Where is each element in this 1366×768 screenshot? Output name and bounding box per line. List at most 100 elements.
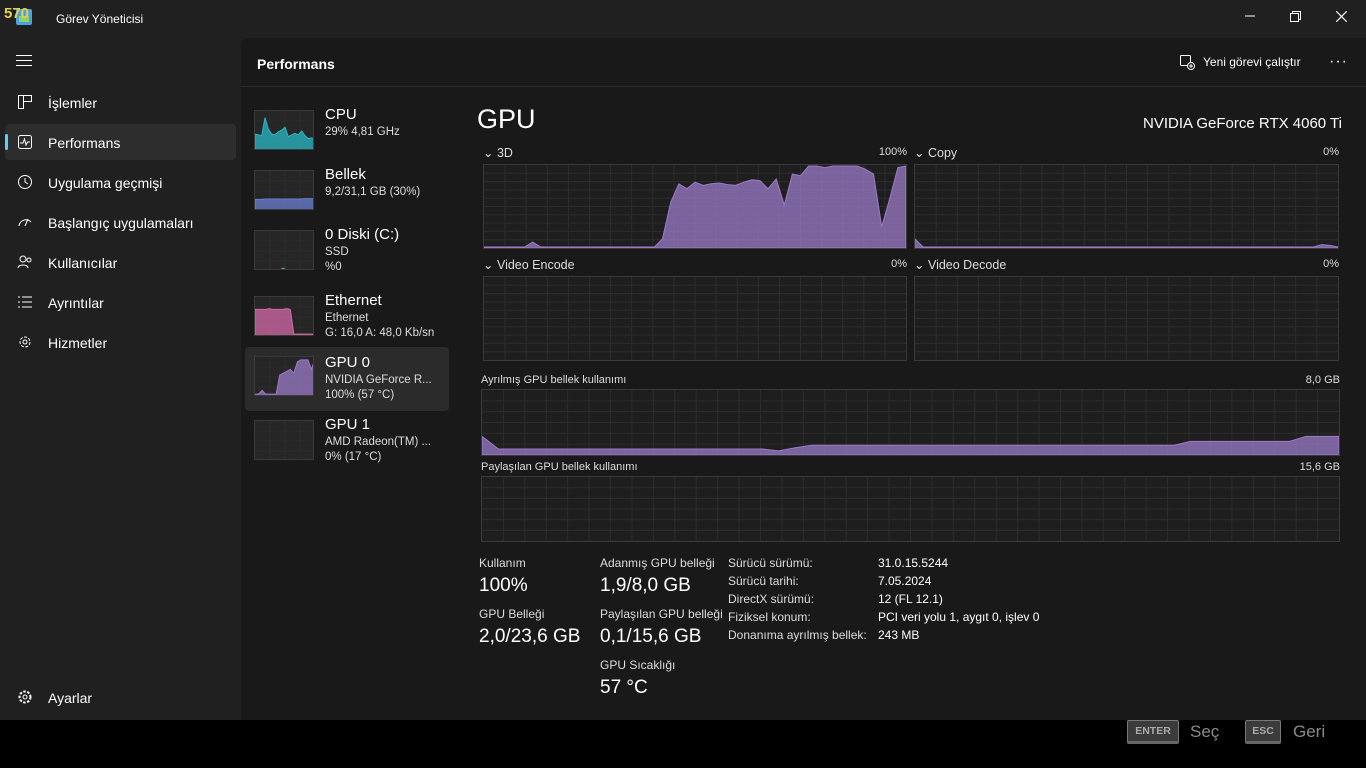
device-usage-sparkline [280, 267, 286, 269]
restore-icon [1289, 10, 1301, 22]
shared-memory-stat-value: 0,1/15,6 GB [600, 626, 702, 647]
more-options-button[interactable]: ··· [1329, 53, 1348, 71]
details-icon [18, 296, 32, 308]
device-thumbnail [254, 420, 314, 460]
physical-location-label: Fiziksel konum: [728, 610, 811, 624]
device-detail: NVIDIA GeForce R... [325, 374, 432, 386]
device-item-disk[interactable]: 0 Diski (C:) SSD %0 [245, 223, 449, 287]
device-item-memory[interactable]: Bellek 9,2/31,1 GB (30%) [245, 163, 449, 227]
directx-version-value: 12 (FL 12.1) [878, 592, 943, 606]
device-name: Ethernet [325, 292, 382, 309]
device-thumbnail [254, 296, 314, 336]
main-content: Performans Yeni görevi çalıştır ··· CPU … [241, 38, 1366, 720]
sidebar-item-startup[interactable]: Başlangıç uygulamaları [5, 204, 236, 240]
sidebar: İşlemler Performans Uygulama geçmişi Baş… [0, 38, 241, 720]
users-icon [17, 255, 32, 269]
driver-date-label: Sürücü tarihi: [728, 574, 799, 588]
minimize-button[interactable] [1227, 0, 1273, 32]
hamburger-menu-icon[interactable] [16, 55, 32, 67]
device-detail: G: 16,0 A: 48,0 Kb/sn [325, 327, 435, 339]
engine-video-encode-selector[interactable]: ⌄ Video Encode [483, 257, 575, 272]
sidebar-item-details[interactable]: Ayrıntılar [5, 284, 236, 320]
sidebar-item-services[interactable]: Hizmetler [5, 324, 236, 360]
page-title: Performans [257, 56, 335, 72]
esc-key-badge: ESC [1245, 720, 1281, 744]
task-manager-window: 570 Görev Yöneticisi İşlemler Performans… [0, 0, 1366, 720]
engine-video-decode-selector[interactable]: ⌄ Video Decode [914, 257, 1006, 272]
device-name: 0 Diski (C:) [325, 226, 400, 243]
directx-version-label: DirectX sürümü: [728, 592, 815, 606]
dedicated-memory-graph [481, 389, 1340, 456]
shared-memory-label: Paylaşılan GPU bellek kullanımı [481, 461, 638, 473]
sidebar-item-label: Ayrıntılar [48, 295, 104, 311]
sidebar-item-performance[interactable]: Performans [5, 124, 236, 160]
sidebar-item-label: Hizmetler [48, 335, 108, 351]
close-button[interactable] [1318, 0, 1364, 32]
sidebar-item-users[interactable]: Kullanıcılar [5, 244, 236, 280]
engine-copy-graph [914, 164, 1339, 249]
run-new-task-button[interactable]: Yeni görevi çalıştır [1179, 54, 1301, 70]
dedicated-memory-stat-value: 1,9/8,0 GB [600, 575, 691, 596]
hardware-reserved-memory-label: Donanıma ayrılmış bellek: [728, 628, 867, 642]
device-thumbnail [254, 356, 314, 396]
sidebar-item-processes[interactable]: İşlemler [5, 84, 236, 120]
dedicated-memory-label: Ayrılmış GPU bellek kullanımı [481, 374, 627, 386]
engine-label: 3D [496, 146, 513, 160]
engine-copy-selector[interactable]: ⌄ Copy [914, 145, 957, 160]
run-task-label: Yeni görevi çalıştır [1203, 55, 1301, 69]
device-item-gpu1[interactable]: GPU 1 AMD Radeon(TM) ... 0% (17 °C) [245, 413, 449, 477]
sidebar-item-label: Kullanıcılar [48, 255, 118, 271]
engine-percent: 100% [878, 146, 907, 158]
device-detail: %0 [325, 261, 342, 273]
gear-icon [18, 690, 32, 704]
shared-memory-graph [481, 476, 1340, 542]
chevron-down-icon: ⌄ [483, 258, 494, 272]
window-title: Görev Yöneticisi [56, 12, 144, 26]
gpu-model-name: NVIDIA GeForce RTX 4060 Ti [1143, 115, 1342, 132]
processes-icon [18, 95, 32, 109]
device-thumbnail [254, 110, 314, 150]
engine-percent: 0% [1323, 258, 1339, 270]
device-name: CPU [325, 106, 357, 123]
engine-percent: 0% [891, 258, 907, 270]
driver-version-value: 31.0.15.5244 [878, 556, 949, 570]
device-usage-sparkline [255, 308, 313, 335]
gpu-memory-value: 2,0/23,6 GB [479, 626, 581, 647]
device-thumbnail [254, 230, 314, 270]
select-hint: Seç [1190, 722, 1220, 741]
device-item-gpu0[interactable]: GPU 0 NVIDIA GeForce R... 100% (57 °C) [245, 347, 449, 411]
engine-label: Copy [927, 146, 958, 160]
sidebar-item-label: İşlemler [48, 95, 98, 111]
sidebar-item-label: Uygulama geçmişi [48, 175, 163, 191]
engine-3d-graph [483, 164, 907, 249]
sidebar-item-label: Ayarlar [48, 690, 93, 706]
engine-video-decode-graph [914, 276, 1339, 361]
usage-value: 100% [479, 575, 528, 596]
sidebar-item-settings[interactable]: Ayarlar [5, 679, 236, 715]
engine-video-encode-graph [483, 276, 907, 361]
device-detail: 0% (17 °C) [325, 451, 382, 463]
startup-icon [18, 218, 32, 227]
device-detail: 9,2/31,1 GB (30%) [325, 186, 421, 198]
device-name: GPU 0 [325, 354, 371, 371]
title-bar: 570 Görev Yöneticisi [0, 0, 1366, 38]
history-icon [18, 175, 32, 189]
device-detail: 100% (57 °C) [325, 389, 395, 401]
sidebar-item-app-history[interactable]: Uygulama geçmişi [5, 164, 236, 200]
shared-memory-max: 15,6 GB [1299, 461, 1340, 473]
chevron-down-icon: ⌄ [914, 146, 925, 160]
gpu-memory-label: GPU Belleği [479, 607, 545, 621]
run-task-icon [1180, 55, 1195, 70]
gpu-title: GPU [477, 104, 536, 134]
performance-icon [18, 135, 32, 149]
maximize-button[interactable] [1272, 0, 1318, 32]
device-item-cpu[interactable]: CPU 29% 4,81 GHz [245, 103, 449, 167]
device-name: Bellek [325, 166, 366, 183]
device-item-ethernet[interactable]: Ethernet Ethernet G: 16,0 A: 48,0 Kb/sn [245, 289, 449, 353]
back-hint: Geri [1293, 722, 1326, 741]
usage-label: Kullanım [479, 556, 526, 570]
engine-3d-selector[interactable]: ⌄ 3D [483, 145, 513, 160]
hardware-reserved-memory-value: 243 MB [878, 628, 920, 642]
physical-location-value: PCI veri yolu 1, aygıt 0, işlev 0 [878, 610, 1040, 624]
shared-memory-stat-label: Paylaşılan GPU belleği [600, 607, 723, 621]
